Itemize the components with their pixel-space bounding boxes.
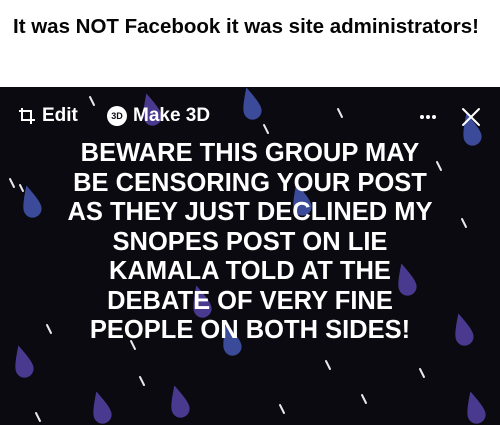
crop-icon — [18, 107, 36, 125]
3d-icon: 3D — [107, 106, 127, 126]
post-image-text: BEWARE THIS GROUP MAY BE CENSORING YOUR … — [0, 139, 500, 346]
photo-toolbar: Edit 3D Make 3D — [0, 87, 500, 143]
text-line: BEWARE THIS GROUP MAY — [80, 139, 420, 167]
text-line: AS THEY JUST DECLINED MY — [67, 198, 433, 226]
ellipsis-icon[interactable] — [414, 103, 442, 131]
text-line: DEBATE OF VERY FINE — [107, 286, 393, 315]
text-line: BE CENSORING YOUR POST — [73, 168, 427, 197]
close-icon[interactable] — [457, 103, 485, 131]
post-caption: It was NOT Facebook it was site administ… — [13, 15, 479, 38]
make-3d-label: Make 3D — [133, 105, 211, 126]
make-3d-button[interactable]: 3D Make 3D — [107, 105, 210, 127]
text-line: PEOPLE ON BOTH SIDES! — [89, 316, 411, 344]
edit-label: Edit — [42, 105, 78, 126]
text-line: KAMALA TOLD AT THE — [109, 257, 391, 285]
edit-button[interactable]: Edit — [18, 105, 78, 127]
photo-viewer[interactable]: Edit 3D Make 3D BEWARE THIS GROUP MAY BE… — [0, 87, 500, 425]
text-line: SNOPES POST ON LIE — [112, 227, 388, 256]
